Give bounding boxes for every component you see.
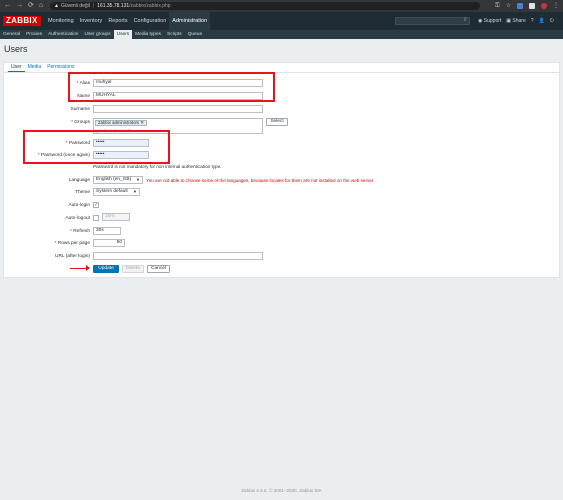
autologout-input[interactable]: 15m [102, 213, 130, 221]
autologin-label: Auto-login [68, 203, 90, 208]
browser-toolbar: ← → ⟳ ⌂ ▲ Güvenli değil | 161.35.78.131 … [0, 0, 563, 12]
highlight-passwords [23, 130, 170, 164]
tab-user[interactable]: User [8, 63, 25, 72]
refresh-label: * Refresh [70, 229, 90, 234]
form-tabs: User Media Permissions [8, 63, 77, 72]
security-label: Güvenli değil [60, 3, 90, 9]
submenu-scripts[interactable]: Scripts [164, 30, 185, 39]
url-host: 161.35.78.131 [97, 3, 130, 9]
tab-media[interactable]: Media [25, 63, 45, 72]
back-icon[interactable]: ← [4, 0, 11, 12]
chevron-down-icon: ▼ [136, 177, 140, 182]
address-separator: | [92, 3, 95, 9]
theme-label: Theme [75, 190, 90, 195]
arrowhead-icon [86, 265, 90, 271]
check-icon: ✓ [94, 202, 99, 208]
global-search-input[interactable]: ⌕ [395, 17, 470, 25]
support-link[interactable]: ◉ Support [478, 18, 501, 24]
highlight-alias-name [68, 72, 275, 102]
arrow-to-update [70, 268, 87, 269]
logout-icon[interactable]: ⏻ [550, 18, 554, 24]
rows-per-page-input[interactable]: 50 [93, 239, 125, 247]
autologout-label: Auto-logout [65, 216, 90, 221]
zabbix-logo[interactable]: ZABBIX [3, 16, 41, 26]
refresh-input[interactable]: 30s [93, 227, 121, 235]
user-profile-icon[interactable]: 👤 [539, 18, 545, 24]
update-button[interactable]: Update [93, 265, 119, 273]
submenu-queue[interactable]: Queue [185, 30, 205, 39]
menu-administration[interactable]: Administration [169, 12, 211, 30]
tab-permissions[interactable]: Permissions [44, 63, 77, 72]
main-menu: Monitoring Inventory Reports Configurati… [45, 12, 211, 30]
groups-label: * Groups [71, 120, 90, 125]
profile-avatar-icon[interactable] [541, 3, 547, 9]
key-icon[interactable]: ⚿ [495, 0, 500, 12]
submenu-user-groups[interactable]: User groups [81, 30, 113, 39]
menu-dots-icon[interactable]: ⋮ [553, 0, 559, 12]
url-after-login-label: URL (after login) [54, 254, 90, 259]
autologin-checkbox[interactable]: ✓ [93, 202, 99, 208]
surname-input[interactable] [93, 105, 263, 113]
submenu-media-types[interactable]: Media types [132, 30, 164, 39]
extension-icon[interactable] [517, 3, 523, 9]
address-bar[interactable]: ▲ Güvenli değil | 161.35.78.131 /zabbix/… [50, 2, 480, 10]
submenu-users[interactable]: Users [113, 30, 133, 39]
rows-per-page-label: * Rows per page [54, 241, 90, 246]
url-after-login-input[interactable] [93, 252, 263, 260]
language-error: You are not able to choose some of the l… [146, 178, 375, 183]
search-icon[interactable]: ⌕ [464, 17, 467, 24]
theme-select[interactable]: System default ▼ [93, 188, 140, 196]
share-link[interactable]: ▣ Share [506, 18, 525, 24]
language-label: Language [68, 178, 90, 183]
home-icon[interactable]: ⌂ [39, 0, 43, 12]
groups-select-button[interactable]: Select [266, 118, 288, 126]
star-icon[interactable]: ☆ [506, 0, 511, 12]
cancel-button[interactable]: Cancel [147, 265, 170, 273]
autologout-checkbox[interactable] [93, 215, 99, 221]
reload-icon[interactable]: ⟳ [28, 0, 34, 12]
password-note: Password is not mandatory for non intern… [93, 164, 222, 169]
group-chip: Zabbix administrators ✕ [95, 120, 147, 126]
language-select[interactable]: English (en_GB) ▼ [93, 176, 143, 184]
menu-monitoring[interactable]: Monitoring [45, 12, 77, 30]
help-icon[interactable]: ? [531, 18, 534, 24]
chevron-down-icon: ▼ [133, 189, 137, 194]
page-title: Users [4, 44, 28, 54]
submenu-authentication[interactable]: Authentication [45, 30, 81, 39]
surname-label: Surname [70, 107, 90, 112]
menu-inventory[interactable]: Inventory [77, 12, 106, 30]
remove-chip-icon[interactable]: ✕ [140, 120, 144, 125]
menu-configuration[interactable]: Configuration [131, 12, 170, 30]
zabbix-header: ZABBIX Monitoring Inventory Reports Conf… [0, 12, 563, 30]
submenu-proxies[interactable]: Proxies [23, 30, 45, 39]
footer-copyright: Zabbix 4.4.6. © 2001–2020, Zabbix SIA [241, 488, 322, 493]
warning-icon: ▲ [54, 3, 59, 9]
extension-icon[interactable] [529, 3, 535, 9]
url-path: /zabbix/zabbix.php [129, 3, 171, 9]
menu-reports[interactable]: Reports [105, 12, 130, 30]
forward-icon[interactable]: → [16, 0, 23, 12]
admin-submenu: General Proxies Authentication User grou… [0, 30, 563, 39]
submenu-general[interactable]: General [0, 30, 23, 39]
delete-button[interactable]: Delete [122, 265, 144, 273]
